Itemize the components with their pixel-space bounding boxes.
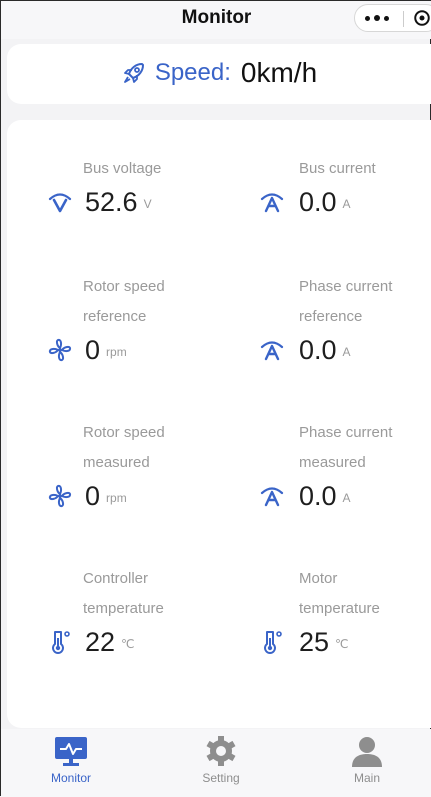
rocket-icon bbox=[123, 63, 144, 83]
metric-bus-voltage: Bus voltage 52.6 V bbox=[47, 154, 237, 220]
close-target-icon[interactable] bbox=[413, 9, 431, 27]
tab-setting[interactable]: Setting bbox=[181, 735, 261, 785]
tab-bar: Monitor Setting Main bbox=[1, 729, 431, 797]
metric-unit: V bbox=[143, 196, 152, 211]
metric-rotor-speed-reference: Rotor speed reference 0 rpm bbox=[47, 272, 237, 368]
speed-label: Speed: bbox=[154, 59, 231, 86]
metric-value: 0 bbox=[85, 481, 101, 511]
voltage-icon bbox=[48, 193, 72, 213]
capsule-divider bbox=[403, 11, 404, 27]
fan-icon bbox=[48, 484, 72, 508]
speed-card: Speed: 0km/h bbox=[7, 44, 431, 104]
metric-value: 0.0 bbox=[299, 335, 337, 365]
current-icon bbox=[260, 341, 284, 361]
metric-label: Controller temperature bbox=[83, 570, 164, 617]
tab-monitor[interactable]: Monitor bbox=[31, 735, 111, 785]
navigation-bar: Monitor bbox=[1, 1, 431, 39]
metric-label: Phase current measured bbox=[299, 424, 393, 471]
tab-main[interactable]: Main bbox=[327, 735, 407, 785]
metric-unit: ℃ bbox=[121, 636, 135, 651]
speed-value: 0km/h bbox=[240, 57, 318, 88]
metric-motor-temperature: Motor temperature 25 ℃ bbox=[259, 564, 431, 660]
metric-unit: rpm bbox=[106, 490, 127, 505]
metric-unit: A bbox=[342, 196, 351, 211]
metric-label: Bus current bbox=[299, 160, 376, 177]
metric-label: Rotor speed measured bbox=[83, 424, 165, 471]
metric-unit: A bbox=[342, 490, 351, 505]
current-icon bbox=[260, 487, 284, 507]
thermometer-icon bbox=[264, 631, 282, 654]
tab-label: Monitor bbox=[50, 771, 91, 785]
metric-phase-current-measured: Phase current measured 0.0 A bbox=[259, 418, 431, 514]
metric-controller-temperature: Controller temperature 22 ℃ bbox=[47, 564, 237, 660]
metric-value: 0 bbox=[85, 335, 101, 365]
metric-unit: rpm bbox=[106, 344, 127, 359]
metric-value: 22 bbox=[85, 627, 116, 657]
user-icon bbox=[352, 737, 382, 767]
metric-value: 25 bbox=[299, 627, 330, 657]
metric-rotor-speed-measured: Rotor speed measured 0 rpm bbox=[47, 418, 237, 514]
mini-program-capsule bbox=[354, 4, 431, 32]
metric-label: Phase current reference bbox=[299, 278, 393, 325]
metric-unit: A bbox=[342, 344, 351, 359]
more-menu-button[interactable] bbox=[365, 13, 395, 23]
fan-icon bbox=[48, 338, 72, 362]
metric-value: 0.0 bbox=[299, 187, 337, 217]
metric-phase-current-reference: Phase current reference 0.0 A bbox=[259, 272, 431, 368]
metric-bus-current: Bus current 0.0 A bbox=[259, 154, 431, 220]
metric-unit: ℃ bbox=[335, 636, 349, 651]
monitor-icon bbox=[55, 737, 87, 766]
thermometer-icon bbox=[52, 631, 70, 654]
metric-label: Rotor speed reference bbox=[83, 278, 165, 325]
metric-label: Bus voltage bbox=[83, 160, 162, 177]
tab-label: Main bbox=[353, 771, 380, 785]
current-icon bbox=[260, 193, 284, 213]
gear-icon bbox=[206, 736, 236, 766]
metric-value: 0.0 bbox=[299, 481, 337, 511]
metric-value: 52.6 bbox=[85, 187, 138, 217]
metrics-card: Bus voltage 52.6 V Bus current 0.0 A Rotor… bbox=[7, 120, 431, 728]
metric-label: Motor temperature bbox=[299, 570, 380, 617]
tab-label: Setting bbox=[202, 771, 240, 785]
